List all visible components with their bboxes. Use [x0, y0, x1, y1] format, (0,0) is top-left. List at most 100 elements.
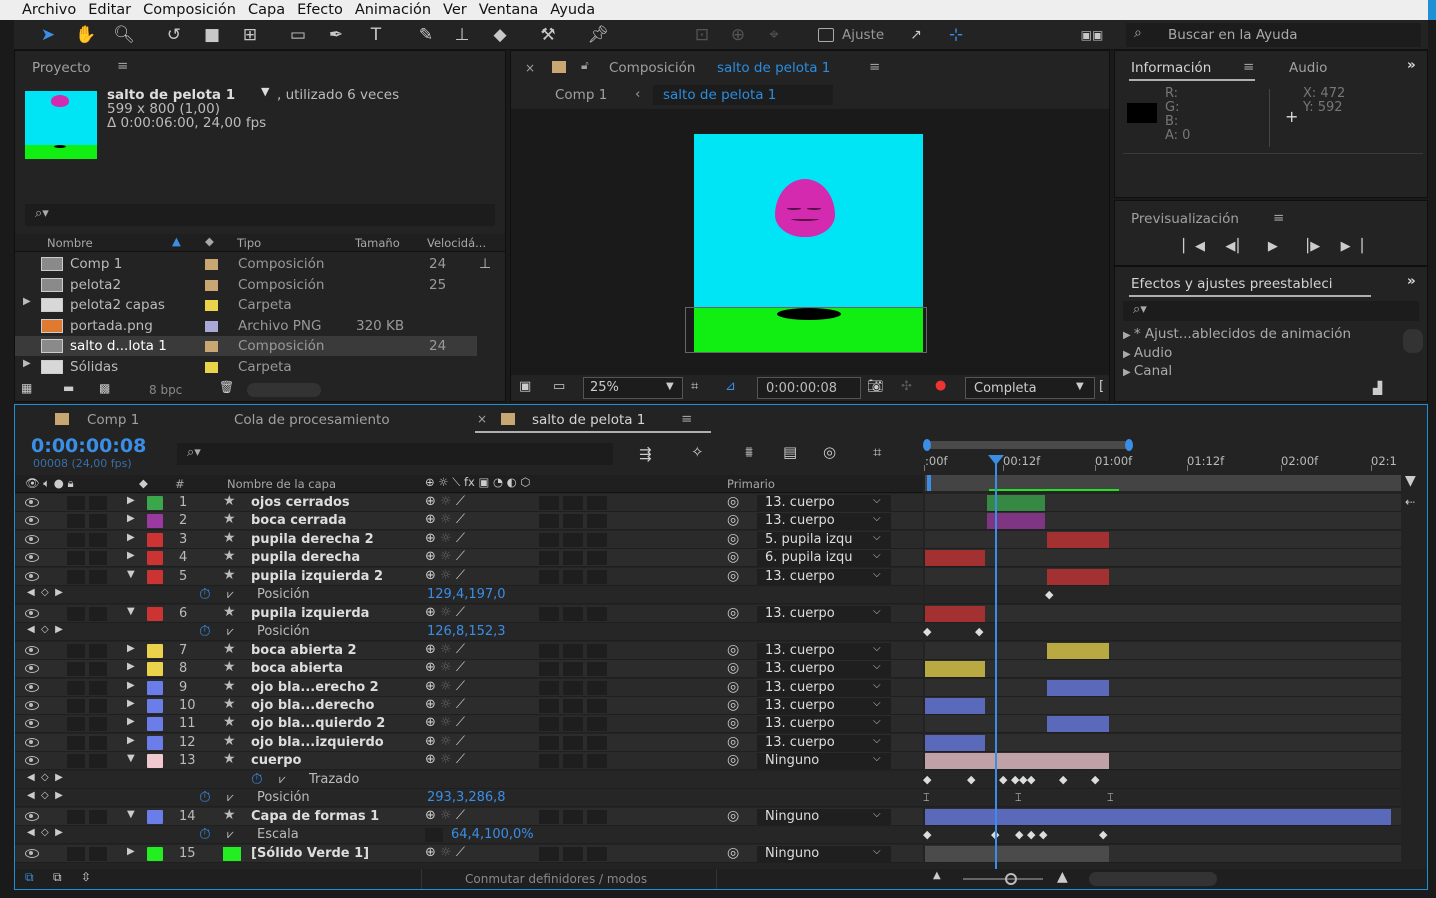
label-icon[interactable]: ◆ [139, 476, 148, 490]
keyframe-icon[interactable]: ◆ [1059, 773, 1067, 786]
project-list-item[interactable]: pelota2 Composición 25 [15, 275, 477, 295]
solo-toggle[interactable] [67, 662, 85, 677]
keyframe-icon[interactable]: ⌶ [1107, 791, 1114, 805]
effects-category[interactable]: ▶ Audio [1123, 345, 1172, 361]
label-color-icon[interactable] [147, 532, 163, 547]
zoom-out-icon[interactable]: ▲ [933, 870, 941, 881]
visibility-eye-icon[interactable] [25, 737, 39, 747]
switch-cell[interactable] [539, 551, 559, 566]
switch-cell[interactable] [587, 514, 607, 529]
property-row[interactable]: ◀ ◇ ▶ ⏱︎ ⩗ Posición 126,8,152,3 [15, 622, 923, 642]
breadcrumb-comp1[interactable]: Comp 1 [555, 87, 607, 103]
lock-toggle[interactable] [89, 698, 107, 713]
clone-stamp-tool-icon[interactable]: ⊥ [450, 24, 474, 46]
parent-select[interactable]: 13. cuerpo ⌵ [757, 734, 891, 751]
switch-cell[interactable] [539, 569, 559, 584]
lock-toggle[interactable] [89, 717, 107, 732]
switch-cell[interactable] [539, 606, 559, 621]
lock-toggle[interactable] [89, 496, 107, 510]
layer-row[interactable]: ▼ 5 ★ pupila izquierda 2 ⊕ ☼ ⟋ ◎ 13. cuerpo ⌵ [15, 567, 923, 586]
always-preview-icon[interactable]: ▣ [519, 379, 531, 394]
switch-cell[interactable] [587, 754, 607, 769]
keyframe-icon[interactable]: ◆ [1027, 828, 1035, 841]
switch-cell[interactable] [539, 662, 559, 677]
expand-arrow-icon[interactable]: ▶ [23, 358, 31, 369]
keyframe-icon[interactable]: ◆ [999, 773, 1007, 786]
layer-name[interactable]: Capa de formas 1 [251, 809, 379, 824]
lock-toggle[interactable] [89, 514, 107, 529]
chevron-down-icon[interactable]: ▼ [261, 85, 269, 98]
tab-info[interactable]: Información [1131, 60, 1211, 76]
parent-select[interactable]: Ninguno ⌵ [757, 753, 891, 770]
layer-name[interactable]: ojo bla...izquierdo [251, 735, 384, 750]
layer-name[interactable]: pupila izquierda 2 [251, 569, 383, 584]
constrain-proportions-icon[interactable] [425, 828, 443, 843]
twirl-right-icon[interactable]: ▶ [127, 716, 135, 727]
solo-toggle[interactable] [67, 809, 85, 824]
switch-cell[interactable] [539, 643, 559, 658]
switch-cell[interactable] [563, 532, 583, 547]
camera-tool-icon[interactable]: ■ [200, 24, 224, 46]
lock-toggle[interactable] [89, 569, 107, 584]
visibility-eye-icon[interactable] [25, 700, 39, 710]
layer-switches[interactable]: ⊕ ☼ ⟋ [425, 531, 465, 546]
project-list-item[interactable]: portada.png Archivo PNG 320 KB [15, 316, 477, 336]
twirl-right-icon[interactable]: ▶ [127, 643, 135, 654]
panel-menu-icon[interactable]: ≡ [1273, 210, 1284, 226]
timeline-hscroll[interactable] [1089, 872, 1217, 886]
switch-cell[interactable] [587, 846, 607, 861]
pickwhip-icon[interactable]: ◎ [727, 605, 739, 621]
layer-duration-bar[interactable] [1047, 679, 1109, 696]
layer-row[interactable]: ▶ 7 ★ boca abierta 2 ⊕ ☼ ⟋ ◎ 13. cuerpo ⌵ [15, 641, 923, 660]
menu-ventana[interactable]: Ventana [479, 0, 551, 20]
bpc-label[interactable]: 8 bpc [149, 383, 182, 397]
label-color-icon[interactable] [147, 735, 163, 750]
expand-panels-icon[interactable]: » [1407, 57, 1416, 73]
label-color-icon[interactable] [147, 551, 163, 566]
expand-arrow-icon[interactable]: ▶ [1123, 330, 1134, 341]
col-size[interactable]: Tamaño [355, 236, 400, 250]
label-color-icon[interactable] [205, 341, 218, 353]
keyframe-navigator[interactable]: ◀ ◇ ▶ [27, 587, 63, 598]
new-folder-icon[interactable]: ▬ [63, 381, 74, 395]
switch-cell[interactable] [587, 809, 607, 824]
label-color-icon[interactable] [147, 754, 163, 769]
layer-switches[interactable]: ⊕ ☼ ⟋ [425, 642, 465, 657]
switch-cell[interactable] [539, 514, 559, 529]
expand-panels-icon[interactable]: » [1407, 273, 1416, 289]
layer-name[interactable]: pupila izquierda [251, 606, 369, 621]
eraser-tool-icon[interactable]: ◆ [488, 24, 512, 46]
timeline-search[interactable]: ⌕▾ [177, 443, 613, 465]
graph-icon[interactable]: ⩗ [227, 827, 234, 842]
switch-cell[interactable] [539, 846, 559, 861]
flowchart-icon[interactable]: ⊥ [479, 256, 491, 272]
label-color-icon[interactable] [147, 662, 163, 677]
twirl-down-icon[interactable]: ▼ [127, 569, 135, 580]
layer-name[interactable]: ojos cerrados [251, 495, 350, 510]
keyframe-icon[interactable]: ◆ [1099, 828, 1107, 841]
label-color-icon[interactable] [147, 680, 163, 695]
project-scrollbar[interactable] [247, 383, 321, 397]
layer-switches[interactable]: ⊕ ☼ ⟋ [425, 512, 465, 527]
layer-name[interactable]: ojo bla...derecho [251, 698, 374, 713]
text-tool-icon[interactable]: T [364, 24, 388, 46]
pickwhip-icon[interactable]: ◎ [727, 531, 739, 547]
lock-toggle[interactable] [89, 606, 107, 621]
keyframe-icon[interactable]: ◆ [967, 773, 975, 786]
parent-select[interactable]: 13. cuerpo ⌵ [757, 495, 891, 511]
switch-cell[interactable] [563, 569, 583, 584]
solo-toggle[interactable] [67, 698, 85, 713]
project-list-item[interactable]: ▶ pelota2 capas Carpeta [15, 295, 477, 315]
layer-duration-bar[interactable] [925, 753, 1109, 770]
menu-animación[interactable]: Animación [355, 0, 443, 20]
parent-select[interactable]: Ninguno ⌵ [757, 808, 891, 825]
layer-switches[interactable]: ⊕ ☼ ⟋ [425, 568, 465, 583]
timeline-scrollbar[interactable]: ▼ ⇠ [1405, 473, 1423, 875]
visibility-eye-icon[interactable] [25, 553, 39, 563]
pickwhip-icon[interactable]: ◎ [727, 512, 739, 528]
shy-layers-icon[interactable]: ⩩ [745, 443, 753, 461]
property-row[interactable]: ◀ ◇ ▶ ⏱︎ ⩗ Posición 129,4,197,0 [15, 585, 923, 605]
layer-duration-bar[interactable] [925, 605, 985, 622]
keyframe-icon[interactable]: ◆ [1045, 588, 1053, 601]
effects-category[interactable]: ▶ * Ajust...ablecidos de animación [1123, 326, 1351, 342]
